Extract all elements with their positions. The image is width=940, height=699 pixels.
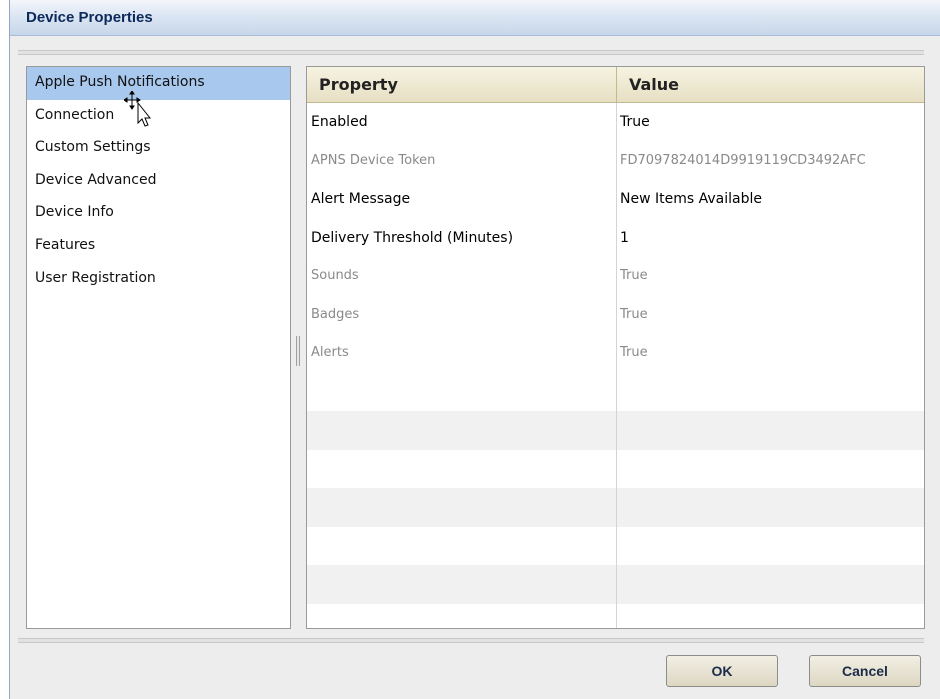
sidebar-item-features[interactable]: Features [27,230,290,263]
value-cell[interactable]: FD7097824014D9919119CD3492AFC [617,142,924,181]
category-list: Apple Push Notifications Connection Cust… [26,66,291,629]
property-cell: Alert Message [311,191,411,207]
top-divider [18,50,924,55]
property-cell: Alerts [311,345,349,360]
property-cell: Delivery Threshold (Minutes) [311,229,514,246]
sidebar-item-connection[interactable]: Connection [27,100,290,133]
splitter-handle[interactable] [296,336,300,366]
value-cell[interactable]: True [617,334,924,373]
sidebar-item-device-advanced[interactable]: Device Advanced [27,165,290,198]
dialog-title: Device Properties [26,9,153,26]
value-cell[interactable]: New Items Available [617,180,924,219]
grid-header: Property Value [307,67,924,103]
value-cell[interactable]: 1 [617,219,924,258]
property-cell: APNS Device Token [311,152,436,168]
value-cell[interactable]: True [617,296,924,335]
sidebar-item-custom-settings[interactable]: Custom Settings [27,132,290,165]
title-bar[interactable]: Device Properties [10,0,940,36]
sidebar-item-device-info[interactable]: Device Info [27,197,290,230]
bottom-divider [18,638,924,643]
column-divider[interactable] [616,103,617,628]
value-cell[interactable]: True [617,103,924,142]
move-cursor-icon [124,91,152,127]
property-grid: Property Value Enabled True APNS Device … [306,66,925,629]
column-header-value[interactable]: Value [617,67,924,102]
cancel-button[interactable]: Cancel [809,655,921,687]
sidebar-item-user-registration[interactable]: User Registration [27,263,290,296]
property-cell: Sounds [311,268,359,283]
sidebar-item-apple-push-notifications[interactable]: Apple Push Notifications [27,67,290,100]
value-cell[interactable]: True [617,257,924,296]
ok-button[interactable]: OK [666,655,778,687]
column-header-property[interactable]: Property [307,67,617,102]
property-cell: Enabled [311,114,368,130]
property-cell: Badges [311,306,360,322]
